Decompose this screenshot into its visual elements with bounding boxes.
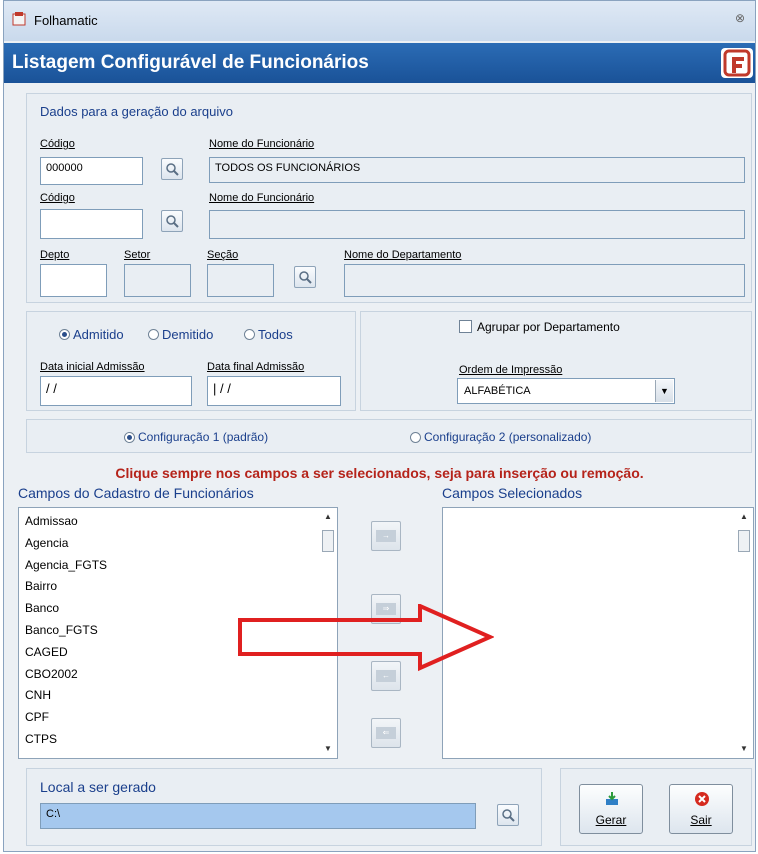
ordem-select[interactable]: ALFABÉTICA ▼ — [457, 378, 675, 404]
depto-search-button[interactable] — [294, 266, 316, 288]
list-item[interactable]: CBO2002 — [25, 667, 78, 681]
local-input[interactable]: C:\ — [40, 803, 476, 829]
secao-input[interactable] — [207, 264, 274, 297]
radio-config1-dot — [124, 431, 135, 443]
scroll-down-icon[interactable]: ▼ — [319, 742, 337, 756]
chevron-down-icon[interactable]: ▼ — [655, 380, 673, 402]
scroll-up-icon[interactable]: ▲ — [735, 510, 753, 524]
sair-button[interactable]: Sair — [669, 784, 733, 834]
data-inicial-input[interactable]: / / — [40, 376, 192, 406]
list-item[interactable]: CPF — [25, 710, 49, 724]
radio-config2-label: Configuração 2 (personalizado) — [424, 430, 592, 444]
list-item[interactable]: Banco — [25, 601, 59, 615]
form-title: Listagem Configurável de Funcionários — [12, 52, 369, 73]
radio-config1[interactable]: Configuração 1 (padrão) — [124, 430, 268, 444]
local-panel: Local a ser gerado C:\ — [26, 768, 542, 846]
agrupar-checkbox[interactable] — [459, 320, 472, 333]
form-banner: Listagem Configurável de Funcionários — [4, 43, 755, 83]
scroll-thumb[interactable] — [738, 530, 750, 552]
remove-all-button[interactable]: ⇐ — [371, 718, 401, 748]
campos-cadastro-title: Campos do Cadastro de Funcionários — [18, 485, 254, 501]
codigo1-input[interactable]: 000000 — [40, 157, 143, 185]
filtro-panel: Admitido Demitido Todos Data inicial Adm… — [26, 311, 356, 411]
codigo2-label: Código — [40, 192, 75, 204]
list-item[interactable]: Banco_FGTS — [25, 623, 98, 637]
depto-input[interactable] — [40, 264, 107, 297]
radio-todos-label: Todos — [258, 327, 293, 342]
codigo2-search-button[interactable] — [161, 210, 183, 232]
radio-demitido[interactable]: Demitido — [148, 327, 213, 342]
search-icon — [166, 215, 179, 228]
actions-panel: Gerar Sair — [560, 768, 752, 846]
scroll-up-icon[interactable]: ▲ — [319, 510, 337, 524]
arrow-right-icon: → — [376, 530, 396, 542]
right-scrollbar[interactable]: ▲ ▼ — [735, 508, 753, 758]
title-bar[interactable]: Folhamatic ⊗ — [4, 1, 755, 41]
data-inicial-label: Data inicial Admissão — [40, 361, 145, 373]
folhamatic-logo-icon — [721, 48, 753, 78]
setor-label: Setor — [124, 249, 151, 261]
ordem-label: Ordem de Impressão — [459, 364, 563, 376]
codigo1-label: Código — [40, 138, 75, 150]
codigo2-input[interactable] — [40, 209, 143, 239]
data-final-input[interactable]: | / / — [207, 376, 341, 406]
radio-todos[interactable]: Todos — [244, 327, 293, 342]
ordem-value: ALFABÉTICA — [464, 385, 531, 397]
double-arrow-left-icon: ⇐ — [376, 727, 396, 739]
list-item[interactable]: CTPS — [25, 732, 57, 746]
data-final-label: Data final Admissão — [207, 361, 305, 373]
generate-icon — [606, 792, 618, 805]
gerar-label: Gerar — [595, 813, 627, 827]
radio-admitido[interactable]: Admitido — [59, 327, 124, 342]
agrupar-label: Agrupar por Departamento — [477, 320, 620, 334]
nome2-label: Nome do Funcionário — [209, 192, 315, 204]
list-item[interactable]: Bairro — [25, 579, 57, 593]
scroll-down-icon[interactable]: ▼ — [735, 742, 753, 756]
opcoes-panel: Agrupar por Departamento Ordem de Impres… — [360, 311, 752, 411]
nome2-field — [209, 210, 745, 239]
sair-label: Sair — [690, 813, 712, 827]
list-item[interactable]: Admissao — [25, 514, 78, 528]
app-title: Folhamatic — [34, 13, 98, 28]
depto-label: Depto — [40, 249, 70, 261]
selection-hint: Clique sempre nos campos a ser seleciona… — [115, 465, 644, 481]
radio-admitido-dot — [59, 329, 70, 340]
search-icon — [502, 809, 515, 822]
app-icon — [12, 12, 26, 26]
list-item[interactable]: Agencia — [25, 536, 68, 550]
nome-depto-field — [344, 264, 745, 297]
radio-demitido-label: Demitido — [162, 327, 214, 342]
app-window: Folhamatic ⊗ Listagem Configurável de Fu… — [3, 0, 756, 852]
close-icon[interactable]: ⊗ — [731, 11, 749, 27]
red-arrow-annotation — [238, 604, 494, 672]
dados-panel: Dados para a geração do arquivo Código 0… — [26, 93, 752, 303]
nome1-field: TODOS OS FUNCIONÁRIOS — [209, 157, 745, 183]
codigo1-search-button[interactable] — [161, 158, 183, 180]
campos-selecionados-title: Campos Selecionados — [442, 485, 583, 501]
gerar-button[interactable]: Gerar — [579, 784, 643, 834]
add-field-button[interactable]: → — [371, 521, 401, 551]
config-panel: Configuração 1 (padrão) Configuração 2 (… — [26, 419, 752, 453]
radio-admitido-label: Admitido — [73, 327, 124, 342]
local-search-button[interactable] — [497, 804, 519, 826]
search-icon — [299, 271, 312, 284]
radio-todos-dot — [244, 329, 255, 340]
scroll-thumb[interactable] — [322, 530, 334, 552]
radio-config1-label: Configuração 1 (padrão) — [138, 430, 269, 444]
nome-depto-label: Nome do Departamento — [344, 249, 462, 261]
exit-icon — [695, 792, 709, 806]
radio-config2-dot — [410, 431, 421, 443]
list-item[interactable]: Agencia_FGTS — [25, 558, 107, 572]
dados-section-title: Dados para a geração do arquivo — [40, 104, 233, 119]
list-item[interactable]: CNH — [25, 688, 51, 702]
search-icon — [166, 163, 179, 176]
list-item[interactable]: CAGED — [25, 645, 68, 659]
secao-label: Seção — [207, 249, 239, 261]
radio-config2[interactable]: Configuração 2 (personalizado) — [410, 430, 591, 444]
setor-input[interactable] — [124, 264, 191, 297]
nome1-label: Nome do Funcionário — [209, 138, 315, 150]
local-label: Local a ser gerado — [40, 779, 156, 795]
radio-demitido-dot — [148, 329, 159, 340]
